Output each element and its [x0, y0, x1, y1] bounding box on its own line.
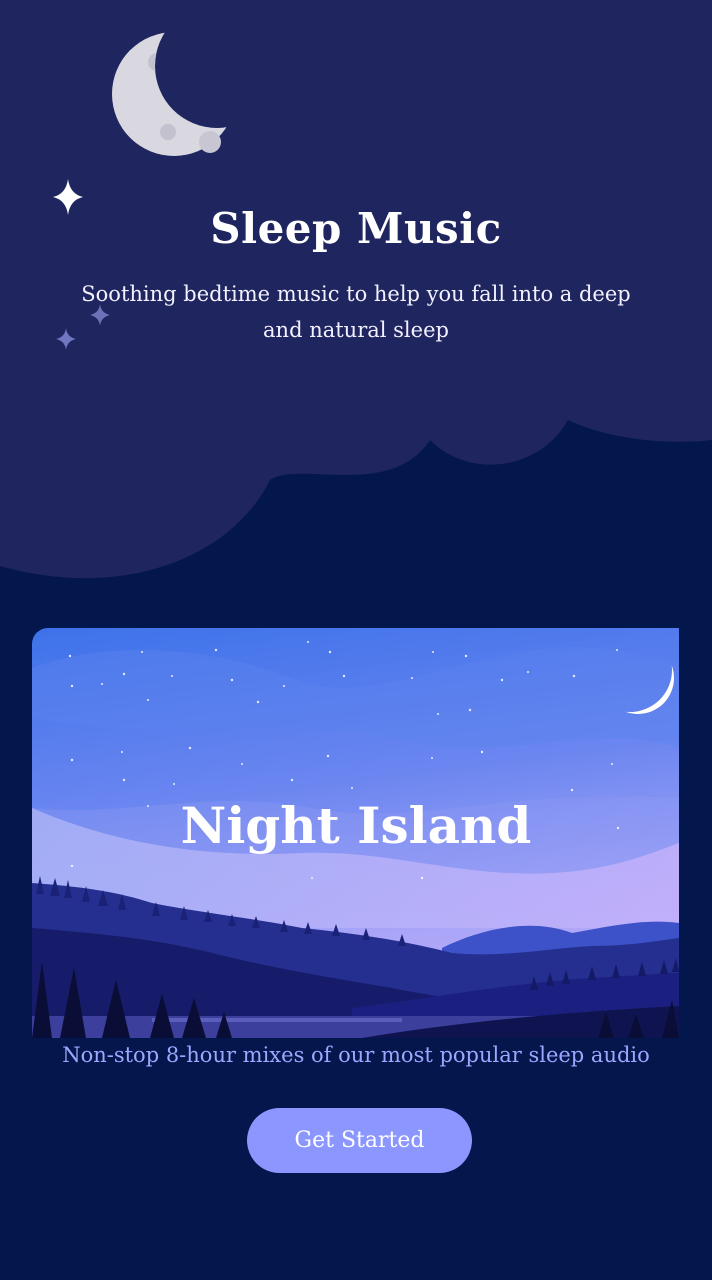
- get-started-button[interactable]: Get Started: [247, 1108, 472, 1173]
- card-title: Night Island: [180, 796, 532, 855]
- onboarding-screen: Sleep Music Soothing bedtime music to he…: [0, 0, 712, 1280]
- crescent-moon-icon: [602, 642, 674, 714]
- tagline: Non-stop 8-hour mixes of our most popula…: [62, 1043, 650, 1067]
- page-subtitle: Soothing bedtime music to help you fall …: [81, 282, 631, 342]
- moon-icon: [112, 32, 236, 156]
- page-title: Sleep Music: [210, 204, 502, 253]
